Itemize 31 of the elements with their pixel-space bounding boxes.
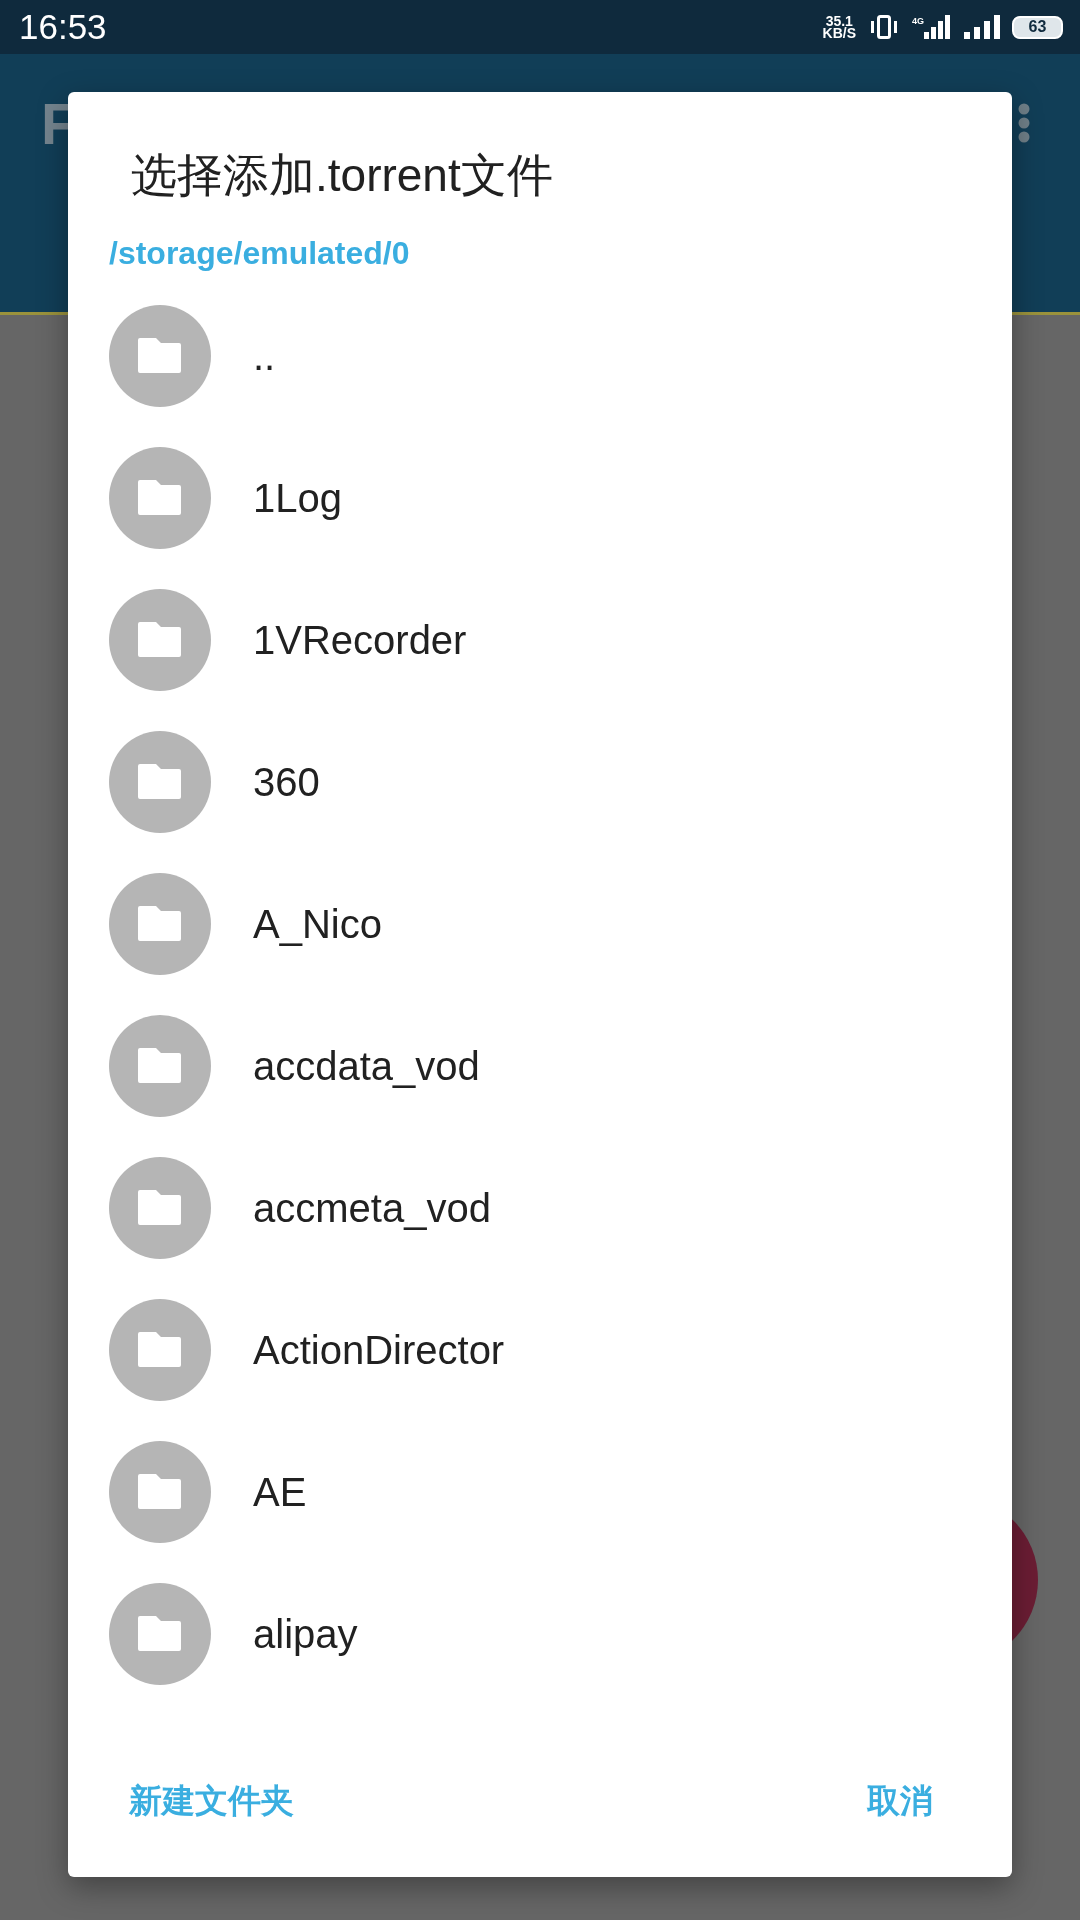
folder-icon [109,1157,211,1259]
signal-icon [924,15,950,39]
folder-item[interactable]: accmeta_vod [68,1137,1012,1279]
folder-icon [109,1299,211,1401]
dialog-title: 选择添加.torrent文件 [131,148,554,203]
folder-icon [109,873,211,975]
folder-item[interactable]: .. [68,285,1012,427]
clock-time: 16:53 [19,7,107,47]
folder-item[interactable]: accdata_vod [68,995,1012,1137]
folder-icon [109,1583,211,1685]
network-speed: 35.1 [825,15,853,27]
folder-icon [109,731,211,833]
vibrate-icon [870,15,898,39]
battery-indicator: 63 [1012,15,1063,39]
folder-item[interactable]: 1VRecorder [68,569,1012,711]
folder-item[interactable]: ActionDirector [68,1279,1012,1421]
folder-item[interactable]: alipay [68,1563,1012,1705]
folder-icon [109,1441,211,1543]
signal-icon [964,15,1002,39]
folder-item[interactable]: A_Nico [68,853,1012,995]
folder-item[interactable]: 360 [68,711,1012,853]
folder-item[interactable]: 1Log [68,427,1012,569]
folder-item[interactable]: AE [68,1421,1012,1563]
current-path: /storage/emulated/0 [109,234,411,273]
more-options-icon[interactable] [1018,103,1030,143]
network-speed-unit: KB/S [822,27,856,39]
folder-icon [109,1015,211,1117]
folder-icon [109,305,211,407]
folder-icon [109,447,211,549]
network-type: 4G [912,17,924,26]
folder-icon [109,589,211,691]
